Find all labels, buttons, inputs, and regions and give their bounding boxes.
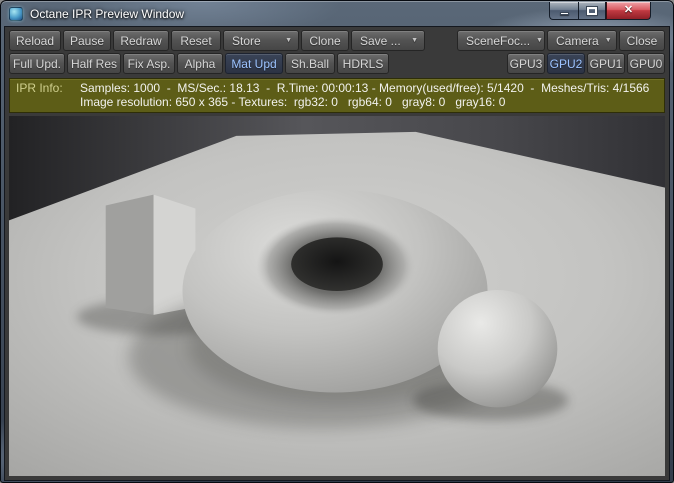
full-update-toggle[interactable]: Full Upd. bbox=[9, 53, 65, 74]
ipr-info-line2: Image resolution: 650 x 365 - Textures: … bbox=[80, 95, 506, 109]
window-title: Octane IPR Preview Window bbox=[30, 7, 185, 21]
minimize-button[interactable] bbox=[549, 2, 578, 20]
mat-upd-toggle[interactable]: Mat Upd bbox=[225, 53, 283, 74]
gpu0-toggle[interactable]: GPU0 bbox=[627, 53, 665, 74]
window-icon bbox=[9, 7, 23, 21]
button-label: Sh.Ball bbox=[290, 56, 330, 71]
button-label: HDRLS bbox=[342, 56, 384, 71]
button-label: SceneFoc... bbox=[466, 33, 531, 48]
dropdown-arrow-icon: ▼ bbox=[285, 37, 292, 44]
maximize-icon bbox=[586, 5, 598, 16]
button-label: Alpha bbox=[184, 56, 216, 71]
button-label: GPU0 bbox=[629, 56, 663, 71]
button-label: Clone bbox=[309, 33, 341, 48]
render-image bbox=[9, 116, 665, 476]
ipr-info-line1: Samples: 1000 - MS/Sec.: 18.13 - R.Time:… bbox=[80, 81, 650, 95]
button-label: Reset bbox=[180, 33, 212, 48]
button-label: Half Res bbox=[71, 56, 118, 71]
dropdown-arrow-icon: ▼ bbox=[411, 37, 418, 44]
octane-ipr-window: Octane IPR Preview Window ✕ Reload Pause… bbox=[0, 0, 674, 483]
fix-aspect-toggle[interactable]: Fix Asp. bbox=[123, 53, 175, 74]
dropdown-arrow-icon: ▼ bbox=[536, 37, 543, 44]
caption-buttons: ✕ bbox=[549, 2, 651, 20]
button-label: GPU1 bbox=[589, 56, 623, 71]
sphere-render bbox=[437, 290, 558, 408]
titlebar[interactable]: Octane IPR Preview Window ✕ bbox=[5, 1, 669, 27]
ipr-info-bar: IPR Info: Samples: 1000 - MS/Sec.: 18.13… bbox=[9, 78, 665, 113]
button-label: Pause bbox=[69, 33, 105, 48]
render-viewport[interactable] bbox=[9, 116, 665, 476]
button-label: Save ... bbox=[360, 33, 401, 48]
maximize-button[interactable] bbox=[578, 2, 606, 20]
button-label: Store bbox=[232, 33, 261, 48]
button-label: Mat Upd bbox=[231, 56, 277, 71]
half-res-toggle[interactable]: Half Res bbox=[67, 53, 121, 74]
save-dropdown-button[interactable]: Save ... ▼ bbox=[351, 30, 425, 51]
alpha-toggle[interactable]: Alpha bbox=[177, 53, 223, 74]
ipr-info-lines: Samples: 1000 - MS/Sec.: 18.13 - R.Time:… bbox=[80, 81, 649, 109]
toolbar-row-2: Full Upd. Half Res Fix Asp. Alpha Mat Up… bbox=[5, 53, 669, 74]
button-label: Close bbox=[626, 33, 658, 48]
pause-button[interactable]: Pause bbox=[63, 30, 111, 51]
ipr-info-label: IPR Info: bbox=[16, 81, 63, 95]
shader-ball-toggle[interactable]: Sh.Ball bbox=[285, 53, 335, 74]
button-label: Full Upd. bbox=[12, 56, 62, 71]
button-label: GPU3 bbox=[509, 56, 543, 71]
gpu2-toggle[interactable]: GPU2 bbox=[547, 53, 585, 74]
close-window-button[interactable]: ✕ bbox=[606, 2, 651, 20]
button-label: Reload bbox=[15, 33, 55, 48]
reload-button[interactable]: Reload bbox=[9, 30, 61, 51]
close-ipr-button[interactable]: Close bbox=[619, 30, 665, 51]
hdrls-toggle[interactable]: HDRLS bbox=[337, 53, 389, 74]
gpu3-toggle[interactable]: GPU3 bbox=[507, 53, 545, 74]
button-label: GPU2 bbox=[549, 56, 583, 71]
redraw-button[interactable]: Redraw bbox=[113, 30, 169, 51]
reset-button[interactable]: Reset bbox=[171, 30, 221, 51]
close-icon: ✕ bbox=[623, 4, 634, 16]
button-label: Redraw bbox=[120, 33, 162, 48]
camera-dropdown-button[interactable]: Camera ▼ bbox=[547, 30, 617, 51]
clone-button[interactable]: Clone bbox=[301, 30, 349, 51]
cube-render bbox=[105, 194, 196, 315]
button-label: Camera bbox=[556, 33, 599, 48]
gpu1-toggle[interactable]: GPU1 bbox=[587, 53, 625, 74]
window-content: Reload Pause Redraw Reset Store ▼ Clone … bbox=[5, 27, 669, 480]
store-dropdown-button[interactable]: Store ▼ bbox=[223, 30, 299, 51]
button-label: Fix Asp. bbox=[127, 56, 171, 71]
toolbar-row-1: Reload Pause Redraw Reset Store ▼ Clone … bbox=[5, 30, 669, 51]
minimize-icon bbox=[559, 12, 569, 15]
scene-focus-dropdown-button[interactable]: SceneFoc... ▼ bbox=[457, 30, 545, 51]
dropdown-arrow-icon: ▼ bbox=[604, 37, 612, 44]
